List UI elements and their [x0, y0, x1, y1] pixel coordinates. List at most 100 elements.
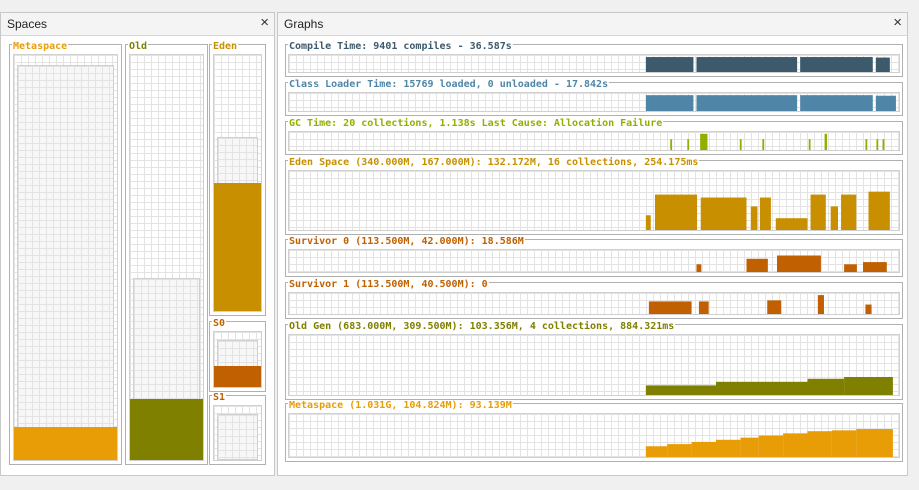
space-s1-capacity: [217, 413, 258, 460]
spaces-tab-title: Spaces: [7, 17, 48, 31]
graph-compile-time-bar: [645, 57, 694, 72]
space-label-s0: S0: [212, 318, 227, 330]
graph-metaspace-bar: [645, 446, 668, 457]
graph-gc-time-bar: [808, 139, 811, 150]
graph-survivor-1-bar: [698, 301, 709, 314]
graph-title-compile-time: Compile Time: 9401 compiles - 36.587s: [288, 41, 513, 53]
graph-metaspace-bar: [807, 431, 832, 457]
graph-metaspace-bar: [758, 435, 784, 457]
graph-gc-time-bar: [700, 133, 708, 150]
graph-title-class-loader: Class Loader Time: 15769 loaded, 0 unloa…: [288, 79, 610, 91]
space-old-used: [130, 399, 203, 460]
space-metaspace-used: [14, 426, 117, 460]
graph-old-gen-bar: [645, 385, 716, 395]
graph-class-loader: Class Loader Time: 15769 loaded, 0 unloa…: [285, 79, 903, 116]
graph-eden-space-bar: [700, 197, 747, 230]
graph-survivor-1-bar: [865, 304, 872, 314]
graph-class-loader-bar: [800, 95, 873, 111]
graphs-tab-title: Graphs: [284, 17, 324, 31]
graph-old-gen-bar: [844, 377, 893, 395]
space-eden-used: [214, 183, 261, 311]
graph-class-loader-svg: [645, 95, 896, 111]
graph-gc-time-bar: [762, 139, 765, 150]
graph-metaspace-svg: [645, 429, 893, 457]
graph-old-gen-plot: [288, 334, 900, 396]
graph-class-loader-bar: [875, 95, 896, 111]
graph-title-gc-time: GC Time: 20 collections, 1.138s Last Cau…: [288, 118, 664, 130]
graph-old-gen: Old Gen (683.000M, 309.500M): 103.356M, …: [285, 321, 903, 400]
graph-survivor-0-bar: [844, 264, 857, 272]
graph-eden-space-plot: [288, 170, 900, 231]
graph-compile-time-bar: [800, 57, 873, 72]
graph-metaspace-bar: [716, 439, 741, 457]
space-old-chart: [129, 54, 204, 461]
graph-compile-time: Compile Time: 9401 compiles - 36.587s: [285, 41, 903, 77]
graph-metaspace-bar: [667, 444, 692, 457]
graph-gc-time-bar: [876, 139, 879, 150]
graph-title-survivor-1: Survivor 1 (113.500M, 40.500M): 0: [288, 279, 489, 291]
graph-title-eden-space: Eden Space (340.000M, 167.000M): 132.172…: [288, 157, 700, 169]
graph-metaspace-bar: [691, 441, 716, 457]
graph-gc-time-bar: [882, 139, 885, 150]
graph-eden-space-bar: [810, 194, 826, 230]
graph-metaspace-bar: [831, 430, 857, 457]
graphs-close-icon[interactable]: ×: [893, 14, 902, 31]
space-label-old: Old: [128, 41, 149, 53]
graph-eden-space-bar: [841, 194, 857, 230]
graph-compile-time-plot: [288, 54, 900, 73]
graph-gc-time-plot: [288, 131, 900, 151]
graph-eden-space-bar: [759, 197, 771, 230]
graph-gc-time: GC Time: 20 collections, 1.138s Last Cau…: [285, 118, 903, 155]
spaces-tab-header: Spaces ×: [1, 13, 274, 36]
graph-gc-time-bar: [824, 133, 828, 150]
space-old: Old: [125, 41, 208, 465]
graph-survivor-0: Survivor 0 (113.500M, 42.000M): 18.586M: [285, 236, 903, 277]
graph-compile-time-bar: [696, 57, 798, 72]
graph-class-loader-plot: [288, 92, 900, 112]
graph-eden-space-bar: [830, 206, 838, 230]
graph-survivor-0-bar: [696, 264, 702, 272]
space-s0: S0: [209, 318, 266, 392]
graph-title-metaspace: Metaspace (1.031G, 104.824M): 93.139M: [288, 400, 513, 412]
graphs-tab-header: Graphs ×: [278, 13, 907, 36]
graph-eden-space: Eden Space (340.000M, 167.000M): 132.172…: [285, 157, 903, 235]
graph-eden-space-bar: [750, 206, 758, 230]
graph-class-loader-bar: [696, 95, 798, 111]
space-eden-chart: [213, 54, 262, 312]
space-label-metaspace: Metaspace: [12, 41, 69, 53]
graph-survivor-0-svg: [696, 255, 887, 272]
space-label-eden: Eden: [212, 41, 239, 53]
space-s0-used: [214, 365, 261, 387]
spaces-close-icon[interactable]: ×: [260, 14, 269, 31]
graph-metaspace-bar: [740, 437, 759, 457]
graph-eden-space-bar: [775, 218, 808, 230]
graph-eden-space-bar: [655, 194, 698, 230]
graph-survivor-0-bar: [746, 258, 768, 272]
graph-title-survivor-0: Survivor 0 (113.500M, 42.000M): 18.586M: [288, 236, 525, 248]
graph-gc-time-bar: [865, 139, 868, 150]
graph-gc-time-bar: [687, 139, 690, 150]
space-metaspace-chart: [13, 54, 118, 461]
graph-old-gen-bar: [807, 378, 845, 395]
space-metaspace: Metaspace: [9, 41, 122, 465]
graph-class-loader-bar: [645, 95, 694, 111]
graph-eden-space-bar: [645, 215, 651, 230]
graph-survivor-0-bar: [777, 255, 821, 272]
graph-title-old-gen: Old Gen (683.000M, 309.500M): 103.356M, …: [288, 321, 676, 333]
graph-metaspace-plot: [288, 413, 900, 458]
space-s1: S1: [209, 392, 266, 465]
graph-old-gen-bar: [716, 381, 808, 395]
graph-survivor-1-bar: [817, 295, 824, 314]
graph-survivor-1-bar: [648, 301, 692, 314]
graph-survivor-1-plot: [288, 292, 900, 315]
space-label-s1: S1: [212, 392, 227, 404]
graph-metaspace: Metaspace (1.031G, 104.824M): 93.139M: [285, 400, 903, 462]
graph-survivor-1-bar: [767, 300, 782, 314]
graph-survivor-0-bar: [863, 262, 887, 272]
space-s1-chart: [213, 405, 262, 461]
graph-eden-space-bar: [868, 191, 890, 230]
space-metaspace-capacity: [17, 65, 114, 460]
space-eden: Eden: [209, 41, 266, 316]
graph-metaspace-bar: [783, 433, 808, 457]
graph-compile-time-bar: [875, 57, 890, 72]
